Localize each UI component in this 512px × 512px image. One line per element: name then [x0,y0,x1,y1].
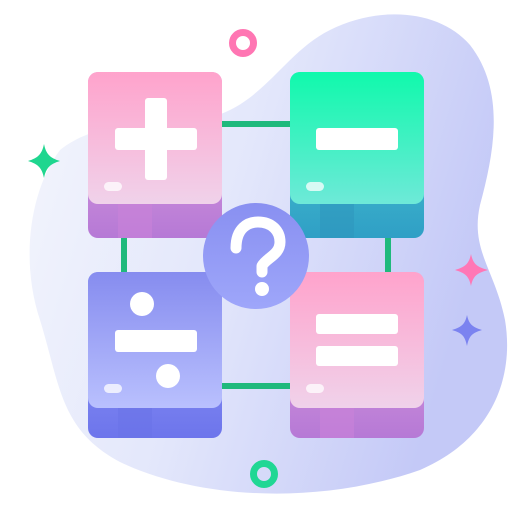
illustration-canvas [28,14,508,494]
card-divide [88,272,222,438]
math-operations-illustration [0,0,512,512]
card-plus [88,72,222,238]
card-minus [290,72,424,238]
ring-pink-icon [229,29,257,57]
minus-icon [316,128,398,150]
card-equals [290,272,424,438]
question-badge [203,203,309,309]
